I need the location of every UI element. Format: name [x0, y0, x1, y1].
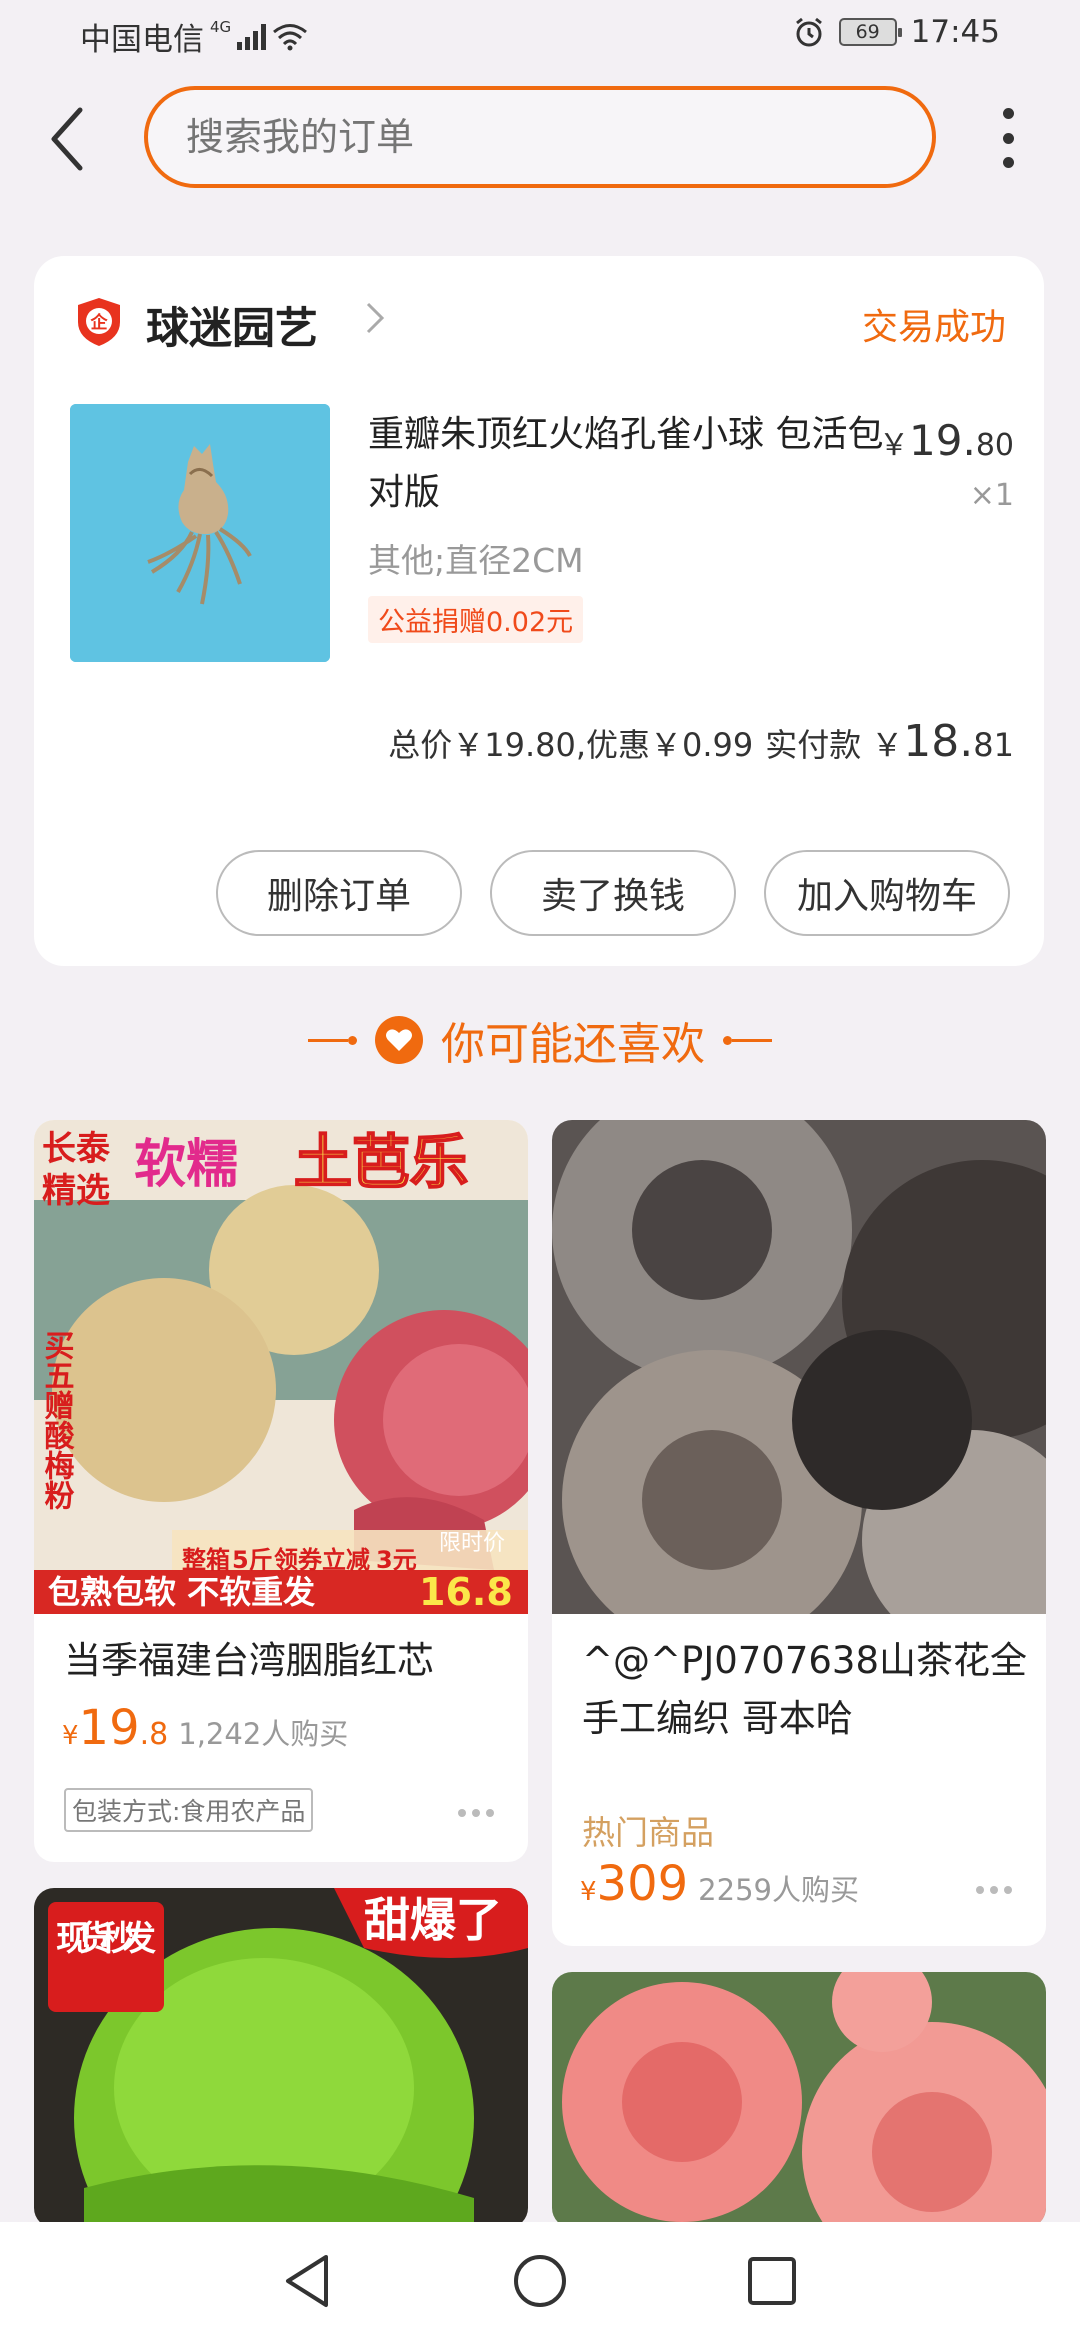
status-bar-left: 中国电信 4G [80, 14, 308, 59]
image-bottom-price: 16.8 [419, 1570, 513, 1614]
image-bottom-text: 包熟包软 不软重发 [48, 1573, 315, 1611]
resell-button[interactable]: 卖了换钱 [490, 850, 736, 936]
status-bar: 中国电信 4G 69 17:45 [0, 0, 1080, 75]
price-int: 19 [78, 1700, 140, 1756]
shop-badge-text: 企 [90, 312, 109, 333]
order-status: 交易成功 [861, 307, 1006, 348]
order-totals: 总价￥19.80,优惠￥0.99 实付款 ￥ 18. 81 [388, 716, 1014, 767]
recommend-price: ¥ 309 2259人购买 [580, 1856, 859, 1912]
chevron-right-icon[interactable] [364, 298, 388, 349]
recommend-card-guava[interactable]: 长泰 精选 软糯 土芭乐 买五赠酸梅粉 整箱 5斤 领券立减 3元 限时价 包熟… [34, 1120, 528, 1862]
price-currency: ￥ [879, 428, 910, 463]
more-options-icon[interactable] [976, 1886, 1012, 1894]
paid-dec: 81 [973, 726, 1014, 764]
price-int: 19. [909, 416, 976, 465]
price-currency: ¥ [580, 1877, 597, 1907]
image-headline-b: 土芭乐 [294, 1128, 468, 1196]
recommend-card-camellia[interactable]: ^@^PJ0707638山茶花全手工编织 哥本哈 热门商品 ¥ 309 2259… [552, 1120, 1046, 1946]
image-promo-a: 整箱 [182, 1546, 230, 1574]
paid-int: 18. [903, 716, 974, 767]
wifi-icon [273, 23, 308, 50]
price-dec: .8 [139, 1717, 169, 1752]
status-bar-right: 69 17:45 [793, 14, 1000, 50]
price-int: 309 [596, 1856, 689, 1912]
clock: 17:45 [910, 14, 1000, 50]
image-side-text: 买五赠酸梅粉 [39, 1330, 75, 1510]
shop-badge-icon: 企 [78, 298, 120, 346]
search-bar[interactable] [144, 86, 936, 188]
recommend-image-green-fruit[interactable]: 现货秒发 甜爆了 [34, 1888, 528, 2228]
back-arrow-icon [51, 107, 83, 171]
navigation-bar [0, 2222, 1080, 2340]
nav-back-icon[interactable] [268, 2241, 348, 2321]
more-options-icon[interactable] [458, 1809, 494, 1817]
image-brand-bottom: 精选 [42, 1171, 110, 1211]
recommend-price: ¥ 19 .8 1,242人购买 [62, 1700, 348, 1756]
recommend-header: 你可能还喜欢 [0, 1000, 1080, 1080]
header-divider-left [308, 1035, 357, 1045]
product-title[interactable]: 重瓣朱顶红火焰孔雀小球 包活包对版 [368, 406, 888, 522]
image-limited: 限时价 [439, 1531, 505, 1556]
price-currency: ¥ [62, 1721, 79, 1751]
recommend-title: 你可能还喜欢 [441, 1019, 705, 1070]
more-vertical-icon[interactable] [996, 108, 1020, 168]
signal-icon [237, 23, 267, 50]
image-brand-top: 长泰 [42, 1129, 111, 1169]
nav-recents-icon[interactable] [732, 2241, 812, 2321]
carrier-name: 中国电信 [80, 22, 204, 58]
recommend-image-camellia[interactable] [552, 1120, 1046, 1614]
totals-line: 总价￥19.80,优惠￥0.99 [388, 726, 754, 764]
product-quantity: ×1 [969, 478, 1014, 513]
recommend-name[interactable]: ^@^PJ0707638山茶花全手工编织 哥本哈 [582, 1632, 1032, 1748]
search-input[interactable] [148, 90, 932, 184]
paid-label: 实付款 [765, 726, 862, 764]
price-dec: 80 [975, 428, 1014, 463]
recommend-image-guava[interactable]: 长泰 精选 软糯 土芭乐 买五赠酸梅粉 整箱 5斤 领券立减 3元 限时价 包熟… [34, 1120, 528, 1614]
paid-currency: ￥ [871, 726, 904, 764]
hot-label: 热门商品 [582, 1813, 714, 1852]
delete-order-button[interactable]: 删除订单 [216, 850, 462, 936]
image-promo-d: 3元 [376, 1546, 417, 1574]
sold-count: 1,242人购买 [178, 1717, 349, 1751]
product-price: ￥19.80 [879, 416, 1014, 465]
shop-name[interactable]: 球迷园艺 [146, 294, 318, 356]
nav-home-icon[interactable] [500, 2241, 580, 2321]
image-corner-text: 现货秒发 [56, 1919, 156, 1959]
image-promo-c: 领券立减 [274, 1546, 370, 1574]
sold-count: 2259人购买 [698, 1873, 859, 1907]
image-banner-text: 甜爆了 [364, 1893, 502, 1947]
order-card[interactable]: 企 球迷园艺 交易成功 重瓣朱顶红火焰孔雀小球 包活包对版 ￥19.80 ×1 … [34, 256, 1044, 966]
recommend-name[interactable]: 当季福建台湾胭脂红芯 [64, 1632, 504, 1690]
alarm-icon [795, 17, 822, 47]
order-actions: 删除订单 卖了换钱 加入购物车 [216, 850, 1010, 936]
heart-icon [375, 1016, 423, 1064]
back-button[interactable] [40, 100, 96, 178]
image-headline-a: 软糯 [134, 1135, 238, 1195]
image-promo-b: 5斤 [232, 1546, 273, 1574]
header-divider-right [723, 1035, 772, 1045]
charity-tag: 公益捐赠0.02元 [368, 596, 584, 643]
network-type: 4G [210, 17, 232, 36]
battery-icon: 69 [838, 18, 902, 46]
recommend-card-roses[interactable] [552, 1972, 1046, 2228]
recommend-image-roses[interactable] [552, 1972, 1046, 2228]
product-tag: 包装方式:食用农产品 [64, 1788, 314, 1832]
add-to-cart-button[interactable]: 加入购物车 [764, 850, 1010, 936]
product-spec: 其他;直径2CM [368, 541, 584, 580]
recommend-card-green-fruit[interactable]: 现货秒发 甜爆了 [34, 1888, 528, 2228]
product-image[interactable] [70, 404, 330, 662]
